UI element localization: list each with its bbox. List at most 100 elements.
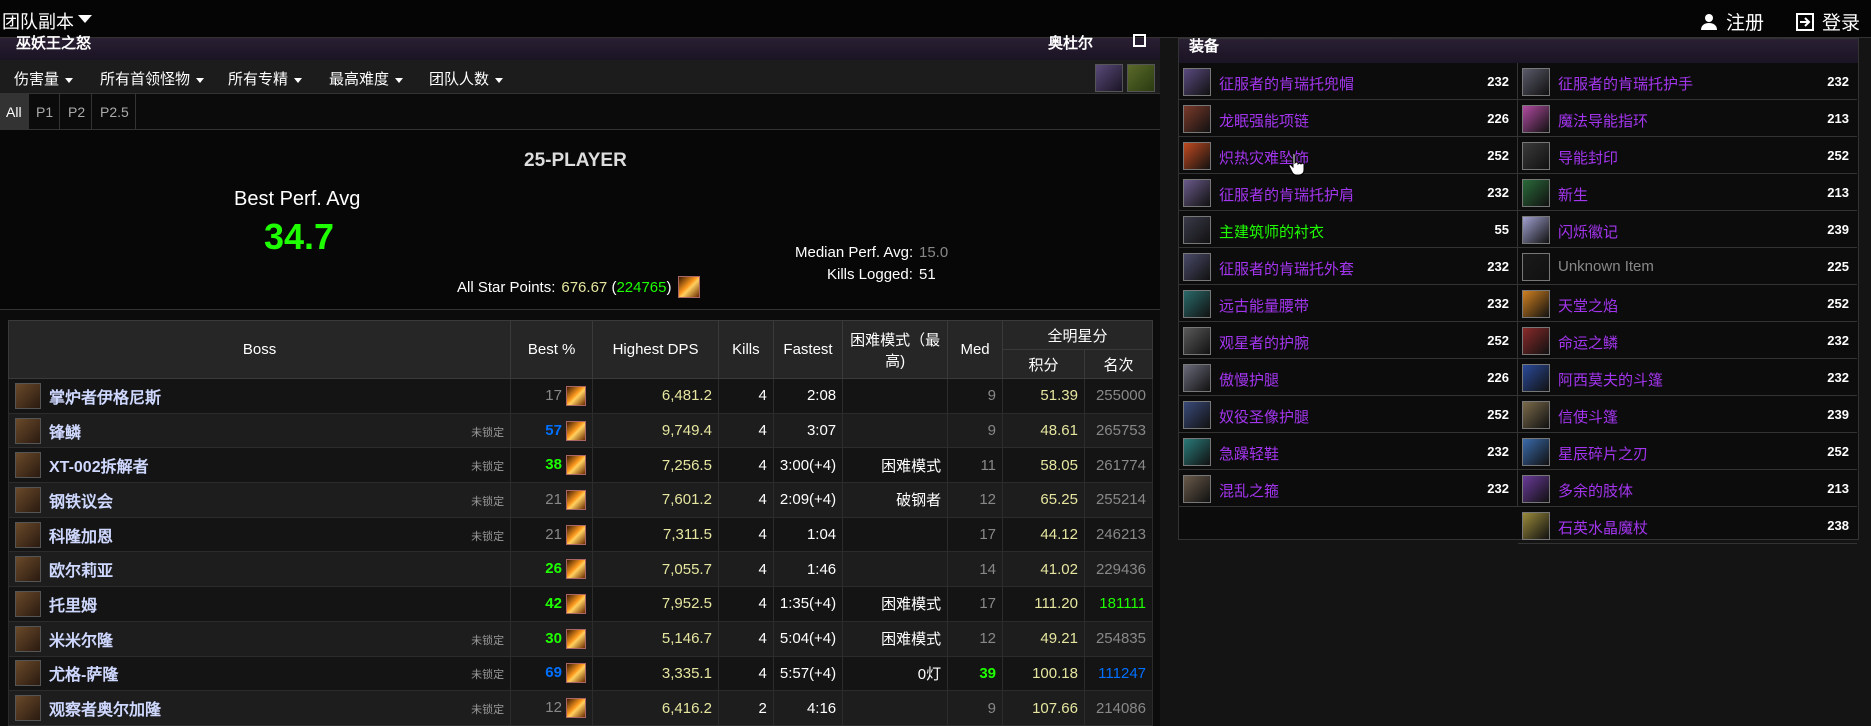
table-row[interactable]: 尤格-萨隆 未锁定 69 3,335.1 4 5:57(+4) 0灯 39 100.18 111… bbox=[7, 655, 1154, 692]
gear-item[interactable]: 混乱之箍 232 bbox=[1179, 470, 1517, 507]
table-row[interactable]: 锋鳞 未锁定 57 9,749.4 4 3:07 9 48.61 265753 bbox=[7, 412, 1154, 449]
class-icon[interactable] bbox=[1095, 64, 1123, 92]
square-icon[interactable] bbox=[1133, 34, 1146, 47]
item-icon[interactable] bbox=[1522, 401, 1550, 429]
item-icon[interactable] bbox=[1522, 68, 1550, 96]
item-icon[interactable] bbox=[1183, 401, 1211, 429]
item-icon[interactable] bbox=[1522, 179, 1550, 207]
login-link[interactable]: 登录 bbox=[1796, 8, 1860, 35]
item-icon[interactable] bbox=[1522, 253, 1550, 281]
item-name[interactable]: 魔法导能指环 bbox=[1558, 110, 1648, 131]
item-name[interactable]: 命运之鳞 bbox=[1558, 332, 1618, 353]
col-boss[interactable]: Boss bbox=[7, 320, 512, 379]
gear-item[interactable]: 征服者的肯瑞托兜帽 232 bbox=[1179, 63, 1517, 100]
item-icon[interactable] bbox=[1183, 290, 1211, 318]
gear-item[interactable]: 命运之鳞 232 bbox=[1518, 322, 1857, 359]
table-row[interactable]: 钢铁议会 未锁定 21 7,601.2 4 2:09(+4) 破钢者 12 65.25 2552… bbox=[7, 482, 1154, 518]
gear-item[interactable]: 主建筑师的衬衣 55 bbox=[1179, 211, 1517, 248]
item-name[interactable]: 导能封印 bbox=[1558, 147, 1618, 168]
gear-item[interactable]: 魔法导能指环 213 bbox=[1518, 100, 1857, 137]
item-icon[interactable] bbox=[1522, 142, 1550, 170]
table-row[interactable]: 欧尔莉亚 26 7,055.7 4 1:46 14 41.02 229436 bbox=[7, 551, 1154, 588]
spike-icon[interactable] bbox=[566, 698, 587, 719]
item-name[interactable]: 天堂之焰 bbox=[1558, 295, 1618, 316]
table-row[interactable]: 观察者奥尔加隆 未锁定 12 6,416.2 2 4:16 9 107.66 214086 bbox=[7, 690, 1154, 726]
gear-item[interactable]: 征服者的肯瑞托护手 232 bbox=[1518, 63, 1857, 100]
spike-icon[interactable] bbox=[566, 593, 587, 614]
table-row[interactable]: XT-002拆解者 未锁定 38 7,256.5 4 3:00(+4) 困难模式 11 58.… bbox=[7, 447, 1154, 484]
item-name[interactable]: 信使斗篷 bbox=[1558, 406, 1618, 427]
col-score[interactable]: 积分 bbox=[1002, 349, 1085, 379]
item-name[interactable]: Unknown Item bbox=[1558, 258, 1654, 275]
item-icon[interactable] bbox=[1522, 438, 1550, 466]
item-icon[interactable] bbox=[1183, 142, 1211, 170]
gear-item[interactable]: 急躁轻鞋 232 bbox=[1179, 433, 1517, 470]
raid-selector[interactable]: 团队副本 bbox=[2, 8, 74, 34]
item-icon[interactable] bbox=[1183, 475, 1211, 503]
col-best[interactable]: Best % bbox=[510, 320, 594, 379]
col-dps[interactable]: Highest DPS bbox=[592, 320, 719, 379]
item-name[interactable]: 征服者的肯瑞托护肩 bbox=[1219, 184, 1354, 205]
register-link[interactable]: 注册 bbox=[1700, 8, 1764, 35]
spike-icon[interactable] bbox=[566, 489, 587, 510]
filter-size[interactable]: 团队人数 bbox=[429, 68, 503, 89]
gear-item[interactable]: Unknown Item 225 bbox=[1518, 248, 1857, 285]
gear-item[interactable]: 信使斗篷 239 bbox=[1518, 396, 1857, 433]
item-name[interactable]: 混乱之箍 bbox=[1219, 480, 1279, 501]
item-name[interactable]: 星辰碎片之刃 bbox=[1558, 443, 1648, 464]
item-icon[interactable] bbox=[1522, 327, 1550, 355]
col-kills[interactable]: Kills bbox=[717, 320, 774, 379]
spike-icon[interactable] bbox=[566, 385, 587, 406]
item-icon[interactable] bbox=[1522, 364, 1550, 392]
boss-name[interactable]: 欧尔莉亚 bbox=[49, 563, 113, 580]
boss-name[interactable]: 钢铁议会 bbox=[49, 494, 113, 511]
gear-item[interactable]: 傲慢护腿 226 bbox=[1179, 359, 1517, 396]
col-rank[interactable]: 名次 bbox=[1083, 349, 1154, 379]
spike-icon[interactable] bbox=[677, 276, 700, 298]
tab-all[interactable]: All bbox=[0, 94, 29, 130]
item-name[interactable]: 阿西莫夫的斗篷 bbox=[1558, 369, 1663, 390]
key-icon[interactable] bbox=[1127, 64, 1155, 92]
gear-item[interactable]: 征服者的肯瑞托外套 232 bbox=[1179, 248, 1517, 285]
item-icon[interactable] bbox=[1522, 512, 1550, 540]
item-name[interactable]: 石英水晶魔杖 bbox=[1558, 517, 1648, 538]
item-icon[interactable] bbox=[1522, 475, 1550, 503]
item-name[interactable]: 龙眠强能项链 bbox=[1219, 110, 1309, 131]
item-icon[interactable] bbox=[1183, 253, 1211, 281]
item-icon[interactable] bbox=[1183, 105, 1211, 133]
filter-specs[interactable]: 所有专精 bbox=[228, 68, 302, 89]
gear-item[interactable]: 石英水晶魔杖 238 bbox=[1518, 507, 1857, 544]
item-icon[interactable] bbox=[1183, 216, 1211, 244]
spike-icon[interactable] bbox=[566, 455, 587, 476]
gear-item[interactable]: 奴役圣像护腿 252 bbox=[1179, 396, 1517, 433]
tab-p1[interactable]: P1 bbox=[30, 94, 61, 130]
spike-icon[interactable] bbox=[566, 420, 587, 441]
item-name[interactable]: 闪烁徽记 bbox=[1558, 221, 1618, 242]
col-hard[interactable]: 困难模式（最高) bbox=[842, 320, 949, 379]
item-name[interactable]: 主建筑师的衬衣 bbox=[1219, 221, 1324, 242]
item-icon[interactable] bbox=[1522, 216, 1550, 244]
item-name[interactable]: 多余的肢体 bbox=[1558, 480, 1633, 501]
gear-item[interactable]: 星辰碎片之刃 252 bbox=[1518, 433, 1857, 470]
filter-difficulty[interactable]: 最高难度 bbox=[329, 68, 403, 89]
boss-name[interactable]: 尤格-萨隆 bbox=[49, 667, 118, 684]
table-row[interactable]: 科隆加恩 未锁定 21 7,311.5 4 1:04 17 44.12 246213 bbox=[7, 516, 1154, 553]
gear-item[interactable]: 闪烁徽记 239 bbox=[1518, 211, 1857, 248]
gear-item[interactable]: 新生 213 bbox=[1518, 174, 1857, 211]
item-name[interactable]: 观星者的护腕 bbox=[1219, 332, 1309, 353]
item-name[interactable]: 奴役圣像护腿 bbox=[1219, 406, 1309, 427]
item-icon[interactable] bbox=[1183, 438, 1211, 466]
boss-name[interactable]: 米米尔隆 bbox=[49, 633, 113, 650]
table-row[interactable]: 米米尔隆 未锁定 30 5,146.7 4 5:04(+4) 困难模式 12 49.21 254… bbox=[7, 620, 1154, 657]
boss-name[interactable]: 观察者奥尔加隆 bbox=[49, 702, 161, 719]
spike-icon[interactable] bbox=[566, 663, 587, 684]
item-icon[interactable] bbox=[1183, 327, 1211, 355]
gear-item[interactable]: 观星者的护腕 252 bbox=[1179, 322, 1517, 359]
item-name[interactable]: 新生 bbox=[1558, 184, 1588, 205]
filter-metric[interactable]: 伤害量 bbox=[14, 68, 73, 89]
table-row[interactable]: 托里姆 42 7,952.5 4 1:35(+4) 困难模式 17 111.20 181111 bbox=[7, 586, 1154, 622]
gear-item[interactable]: 多余的肢体 213 bbox=[1518, 470, 1857, 507]
item-name[interactable]: 傲慢护腿 bbox=[1219, 369, 1279, 390]
gear-item[interactable]: 导能封印 252 bbox=[1518, 137, 1857, 174]
col-fastest[interactable]: Fastest bbox=[772, 320, 844, 379]
